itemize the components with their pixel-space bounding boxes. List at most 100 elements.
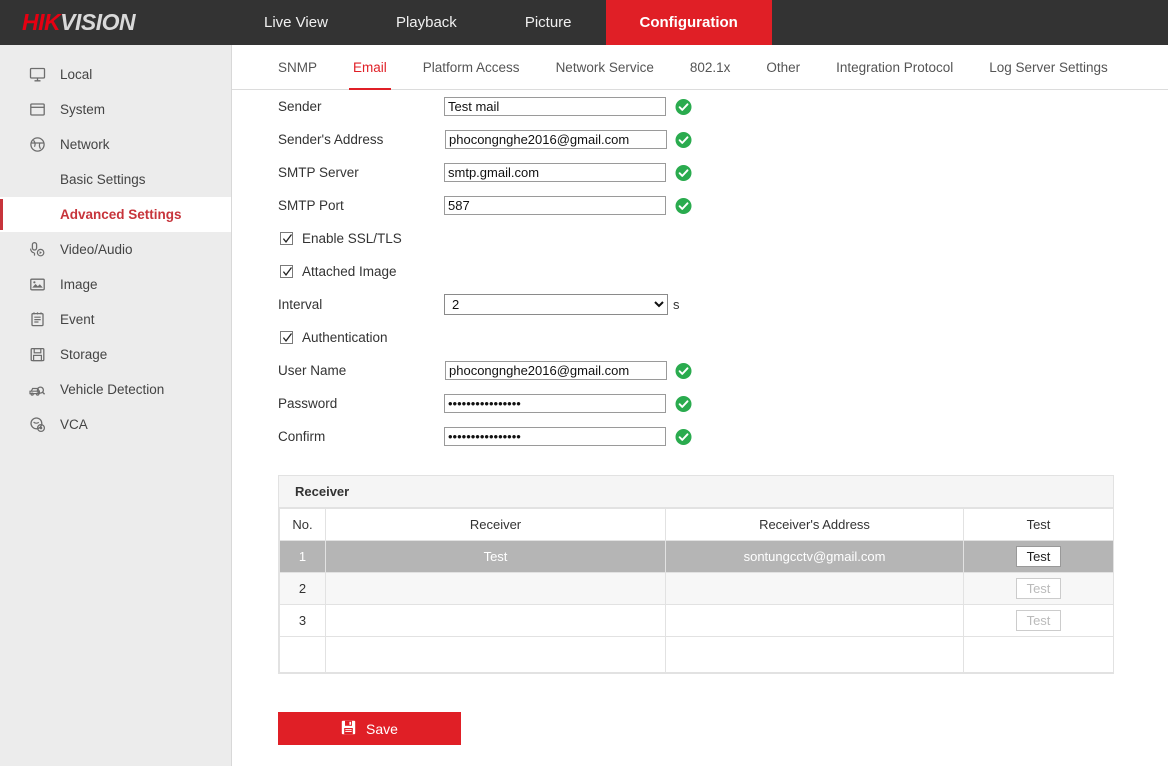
table-header-row: No. Receiver Receiver's Address Test (279, 508, 1114, 541)
field-row-authentication: Authentication (232, 321, 1168, 354)
tab-platform-access[interactable]: Platform Access (409, 45, 534, 90)
label-user-name: User Name (278, 363, 347, 378)
table-row[interactable]: 1 Test sontungcctv@gmail.com Test (279, 540, 1114, 573)
tab-802-1x[interactable]: 802.1x (676, 45, 745, 90)
confirm-password-input[interactable] (444, 427, 666, 446)
car-search-icon (24, 379, 50, 401)
password-input[interactable] (444, 394, 666, 413)
save-button-label: Save (366, 720, 398, 737)
top-header-bar: HIK VISION Live View Playback Picture Con… (0, 0, 1168, 45)
label-attached-image: Attached Image (302, 264, 397, 279)
email-settings-form: Sender Sender's Address SMTP Server SMTP… (232, 90, 1168, 453)
nav-item-live-view[interactable]: Live View (230, 0, 362, 45)
valid-check-icon (675, 131, 692, 148)
tab-log-server-settings[interactable]: Log Server Settings (975, 45, 1122, 90)
valid-check-icon (675, 164, 692, 181)
floppy-save-icon (341, 720, 356, 738)
sidebar-item-local[interactable]: Local (0, 57, 231, 92)
attached-image-checkbox[interactable] (280, 265, 293, 278)
label-enable-ssl: Enable SSL/TLS (302, 231, 402, 246)
tab-email[interactable]: Email (339, 45, 401, 90)
smtp-port-input[interactable] (444, 196, 666, 215)
nav-item-picture[interactable]: Picture (491, 0, 606, 45)
column-header-receiver-address: Receiver's Address (665, 508, 964, 541)
sidebar-item-video-audio[interactable]: Video/Audio (0, 232, 231, 267)
smtp-server-input[interactable] (444, 163, 666, 182)
test-button-row-3: Test (1015, 610, 1062, 631)
sidebar-item-basic-settings[interactable]: Basic Settings (0, 162, 231, 197)
label-confirm: Confirm (278, 429, 326, 444)
sidebar-label-basic-settings: Basic Settings (60, 172, 146, 187)
sidebar-item-storage[interactable]: Storage (0, 337, 231, 372)
nav-item-playback[interactable]: Playback (362, 0, 491, 45)
tab-integration-protocol[interactable]: Integration Protocol (822, 45, 967, 90)
save-button[interactable]: Save (278, 712, 461, 745)
cell-test: Test (963, 604, 1114, 637)
valid-check-icon (675, 197, 692, 214)
enable-ssl-checkbox[interactable] (280, 232, 293, 245)
cell-receiver-name[interactable] (325, 604, 666, 637)
label-sender: Sender (278, 99, 322, 114)
sidebar-navigation: Local System Network Basic Settings Adva… (0, 45, 232, 766)
nav-item-configuration[interactable]: Configuration (605, 0, 772, 45)
cell-receiver-name[interactable] (325, 572, 666, 605)
logo-text-hik: HIK (22, 9, 61, 35)
table-row[interactable]: 2 Test (279, 572, 1114, 605)
field-row-smtp-port: SMTP Port (232, 189, 1168, 222)
sidebar-label-event: Event (60, 312, 95, 327)
table-row[interactable]: 3 Test (279, 604, 1114, 637)
mic-icon (24, 239, 50, 261)
tab-other[interactable]: Other (752, 45, 814, 90)
cell-no: 1 (279, 540, 326, 573)
valid-check-icon (675, 395, 692, 412)
sidebar-label-advanced-settings: Advanced Settings (60, 207, 182, 222)
cell-receiver-address[interactable] (665, 604, 964, 637)
sidebar-label-video-audio: Video/Audio (60, 242, 133, 257)
tab-snmp[interactable]: SNMP (264, 45, 331, 90)
vca-icon (24, 414, 50, 436)
table-row-empty (279, 636, 1114, 673)
sidebar-item-system[interactable]: System (0, 92, 231, 127)
monitor-icon (24, 64, 50, 86)
sidebar-label-storage: Storage (60, 347, 108, 362)
test-button-row-1[interactable]: Test (1015, 546, 1062, 567)
sidebar-label-local: Local (60, 67, 93, 82)
interval-select[interactable]: 2 (444, 294, 668, 315)
receiver-panel-title: Receiver (279, 476, 1113, 508)
valid-check-icon (675, 428, 692, 445)
sidebar-item-event[interactable]: Event (0, 302, 231, 337)
floppy-icon (24, 344, 50, 366)
authentication-checkbox[interactable] (280, 331, 293, 344)
label-smtp-port: SMTP Port (278, 198, 344, 213)
cell-receiver-address[interactable] (665, 572, 964, 605)
sidebar-label-vehicle-detection: Vehicle Detection (60, 382, 165, 397)
valid-check-icon (675, 98, 692, 115)
user-name-input[interactable] (445, 361, 667, 380)
settings-tab-bar: SNMP Email Platform Access Network Servi… (232, 45, 1168, 90)
sidebar-item-advanced-settings[interactable]: Advanced Settings (0, 197, 231, 232)
label-smtp-server: SMTP Server (278, 165, 359, 180)
sidebar-item-network[interactable]: Network (0, 127, 231, 162)
sender-address-input[interactable] (445, 130, 667, 149)
cell-receiver-name[interactable]: Test (325, 540, 666, 573)
label-interval: Interval (278, 297, 323, 312)
field-row-smtp-server: SMTP Server (232, 156, 1168, 189)
cell-empty (279, 636, 326, 673)
cell-empty (325, 636, 666, 673)
column-header-test: Test (963, 508, 1114, 541)
tab-network-service[interactable]: Network Service (542, 45, 668, 90)
sidebar-item-vehicle-detection[interactable]: Vehicle Detection (0, 372, 231, 407)
field-row-sender: Sender (232, 90, 1168, 123)
field-row-interval: Interval 2 s (232, 288, 1168, 321)
valid-check-icon (675, 362, 692, 379)
sidebar-item-vca[interactable]: VCA (0, 407, 231, 442)
field-row-user-name: User Name (232, 354, 1168, 387)
sidebar-item-image[interactable]: Image (0, 267, 231, 302)
sender-input[interactable] (444, 97, 666, 116)
main-navigation: Live View Playback Picture Configuration (230, 0, 772, 45)
sidebar-label-system: System (60, 102, 106, 117)
clipboard-icon (24, 309, 50, 331)
cell-receiver-address[interactable]: sontungcctv@gmail.com (665, 540, 964, 573)
cell-empty (963, 636, 1114, 673)
cell-test: Test (963, 572, 1114, 605)
